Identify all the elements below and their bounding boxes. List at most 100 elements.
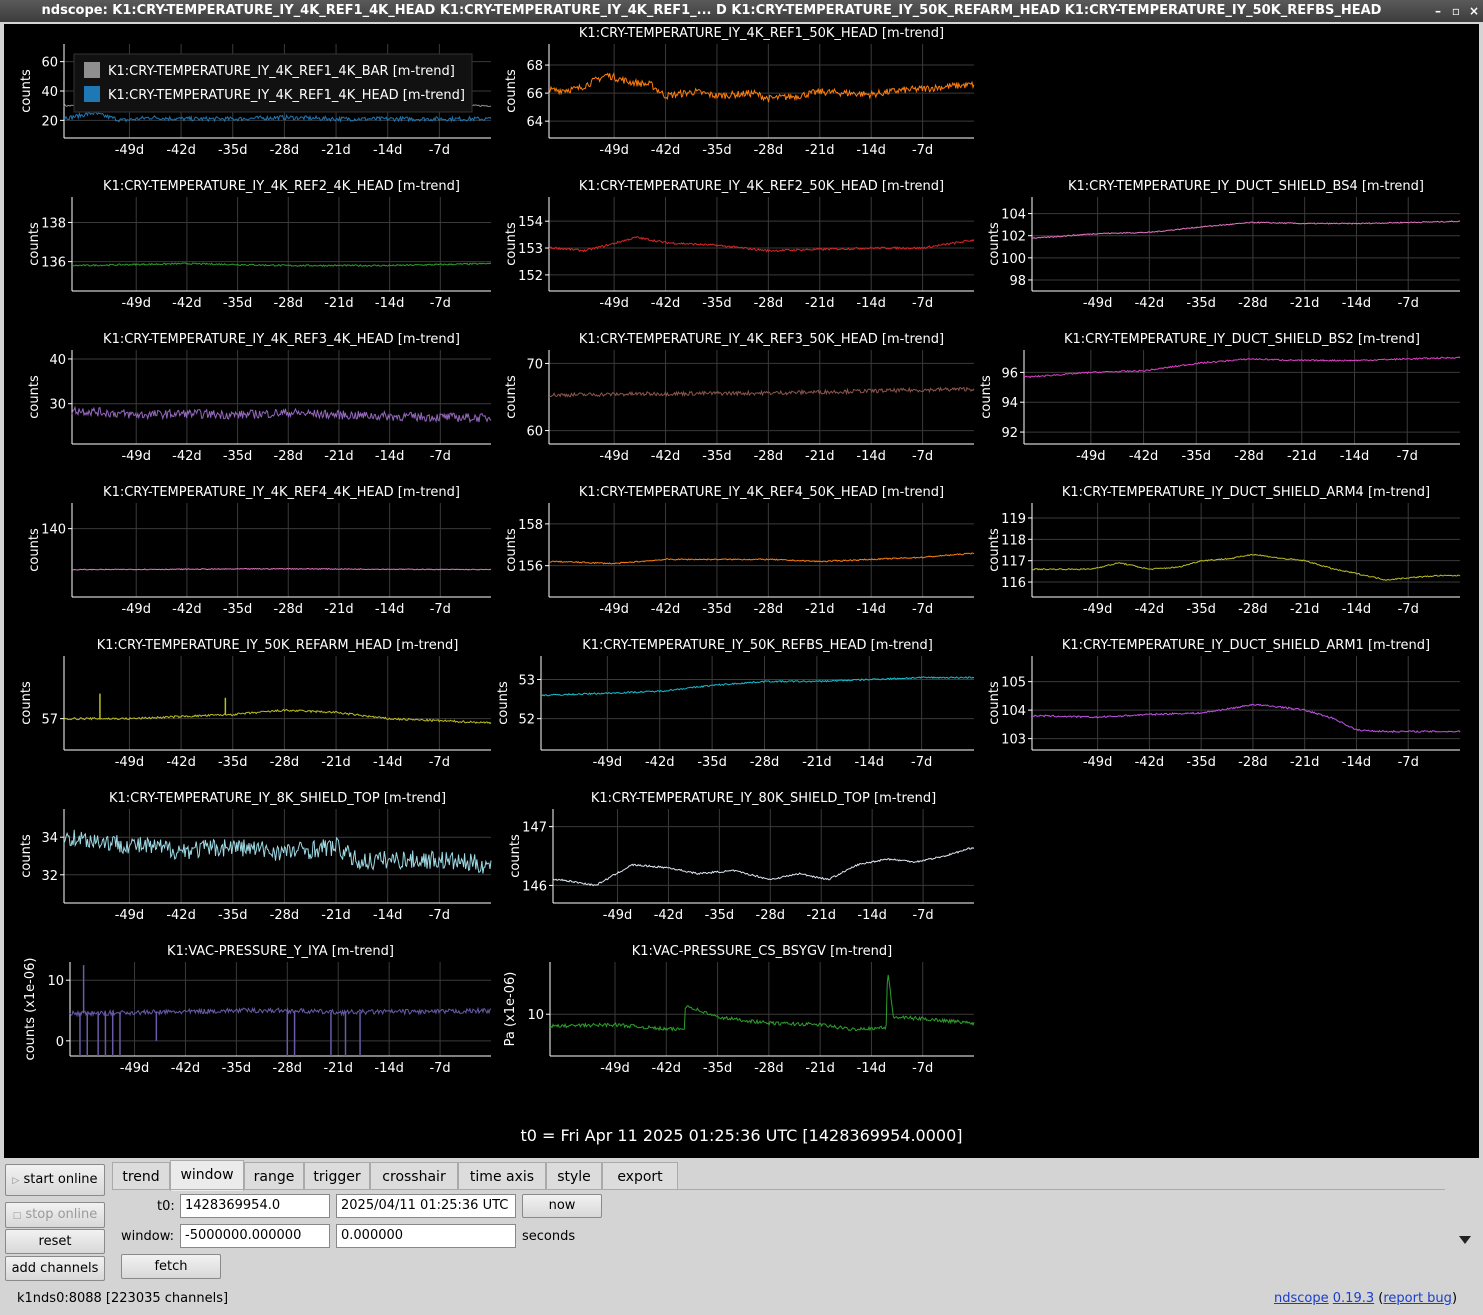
t0-utc-input[interactable]: 2025/04/11 01:25:36 UTC: [336, 1194, 516, 1218]
series-line: [552, 847, 975, 887]
t0-gps-input[interactable]: 1428369954.0: [180, 1194, 330, 1218]
legend-box: [73, 53, 473, 113]
maximize-icon[interactable]: ▫: [1448, 0, 1464, 22]
x-tick-label: -42d: [172, 602, 202, 617]
tab-window[interactable]: window: [170, 1160, 244, 1191]
y-tick-label: 0: [56, 1035, 64, 1050]
x-tick-label: -7d: [912, 602, 933, 617]
x-tick-label: -42d: [1135, 296, 1165, 311]
tab-trigger[interactable]: trigger: [304, 1162, 370, 1190]
y-tick-label: 53: [518, 674, 535, 689]
y-tick-label: 30: [49, 398, 66, 413]
y-tick-label: 119: [1001, 512, 1026, 527]
tab-range[interactable]: range: [244, 1162, 304, 1190]
plot-panel-10: K1:CRY-TEMPERATURE_IY_DUCT_SHIELD_ARM4 […: [987, 485, 1461, 617]
plot-panel-5: K1:CRY-TEMPERATURE_IY_4K_REF3_4K_HEAD [m…: [27, 332, 492, 464]
now-button[interactable]: now: [522, 1194, 602, 1218]
y-tick-label: 10: [527, 1008, 544, 1023]
series-line: [71, 567, 492, 571]
series-line: [63, 829, 492, 874]
tab-trend[interactable]: trend: [112, 1162, 170, 1190]
tab-time-axis[interactable]: time axis: [458, 1162, 546, 1190]
x-tick-label: -42d: [166, 908, 196, 923]
tab-style[interactable]: style: [546, 1162, 602, 1190]
x-tick-label: -21d: [1290, 755, 1320, 770]
reset-button[interactable]: reset: [5, 1229, 105, 1254]
x-tick-label: -49d: [603, 908, 633, 923]
window-field-label: window:: [121, 1229, 174, 1244]
x-tick-label: -14d: [854, 755, 884, 770]
y-tick-label: 70: [526, 357, 543, 372]
minimize-icon[interactable]: –: [1430, 0, 1446, 22]
plot-area[interactable]: -49d -42d -35d -28d -21d -14d -7d 60 40 20 counts K…: [4, 24, 1479, 1158]
y-axis-label: counts: [979, 375, 994, 419]
y-axis-label: counts: [987, 222, 1002, 266]
y-tick-label: 100: [1001, 252, 1026, 267]
x-tick-label: -42d: [652, 1061, 682, 1076]
y-tick-label: 92: [1001, 426, 1018, 441]
y-tick-label: 57: [41, 713, 58, 728]
plot-title: K1:CRY-TEMPERATURE_IY_DUCT_SHIELD_ARM4 […: [1062, 485, 1430, 500]
series-line: [71, 405, 492, 424]
window-start-input[interactable]: -5000000.000000: [180, 1224, 330, 1248]
x-tick-label: -49d: [121, 449, 151, 464]
x-tick-label: -28d: [270, 908, 300, 923]
ndscope-link[interactable]: ndscope: [1274, 1291, 1329, 1306]
report-bug-link[interactable]: report bug: [1383, 1291, 1452, 1306]
tab-crosshair[interactable]: crosshair: [370, 1162, 458, 1190]
close-icon[interactable]: ×: [1466, 0, 1482, 22]
series-line: [548, 552, 975, 565]
y-tick-label: 32: [41, 869, 58, 884]
x-tick-label: -28d: [1238, 602, 1268, 617]
y-tick-label: 153: [518, 242, 543, 257]
y-tick-label: 64: [526, 115, 543, 130]
x-tick-label: -14d: [1342, 602, 1372, 617]
y-tick-label: 60: [41, 56, 58, 71]
plot-panel-13: K1:CRY-TEMPERATURE_IY_DUCT_SHIELD_ARM1 […: [987, 638, 1461, 770]
plot-panel-4: K1:CRY-TEMPERATURE_IY_DUCT_SHIELD_BS4 [m…: [987, 179, 1461, 311]
add-channels-button[interactable]: add channels: [5, 1256, 105, 1281]
x-tick-label: -35d: [218, 908, 248, 923]
y-axis-label: counts: [496, 681, 511, 725]
y-tick-label: 68: [526, 59, 543, 74]
y-tick-label: 105: [1001, 676, 1026, 691]
y-tick-label: 104: [1001, 704, 1026, 719]
x-tick-label: -14d: [375, 602, 405, 617]
plot-panel-2: K1:CRY-TEMPERATURE_IY_4K_REF2_4K_HEAD [m…: [27, 179, 492, 311]
plot-title: K1:CRY-TEMPERATURE_IY_50K_REFARM_HEAD [m…: [97, 638, 459, 653]
x-tick-label: -28d: [750, 755, 780, 770]
x-tick-label: -49d: [599, 296, 629, 311]
plot-title: K1:CRY-TEMPERATURE_IY_DUCT_SHIELD_ARM1 […: [1062, 638, 1430, 653]
x-tick-label: -35d: [1186, 755, 1216, 770]
y-axis-label: counts: [987, 681, 1002, 725]
x-tick-label: -42d: [172, 449, 202, 464]
x-tick-label: -28d: [274, 602, 304, 617]
x-tick-label: -49d: [120, 1061, 150, 1076]
stop-online-button[interactable]: □ stop online: [5, 1202, 105, 1228]
legend-swatch: [84, 86, 100, 102]
version-link[interactable]: 0.19.3: [1333, 1291, 1374, 1306]
x-tick-label: -14d: [373, 908, 403, 923]
x-tick-label: -21d: [805, 143, 835, 158]
plots-svg[interactable]: -49d -42d -35d -28d -21d -14d -7d 60 40 20 counts K…: [4, 24, 1479, 1158]
y-axis-label: counts: [27, 528, 42, 572]
y-axis-label: counts (x1e-06): [23, 958, 38, 1061]
plot-panel-3: K1:CRY-TEMPERATURE_IY_4K_REF2_50K_HEAD […: [504, 179, 975, 311]
status-bar: k1nds0:8088 [223035 channels] ndscope 0.…: [0, 1288, 1483, 1310]
app-version-info: ndscope 0.19.3 (report bug): [1274, 1291, 1458, 1306]
tab-export[interactable]: export: [602, 1162, 678, 1190]
x-tick-label: -14d: [1342, 296, 1372, 311]
plot-title: K1:CRY-TEMPERATURE_IY_4K_REF2_4K_HEAD [m…: [103, 179, 460, 194]
fetch-button[interactable]: fetch: [121, 1254, 221, 1279]
y-axis-label: counts: [27, 375, 42, 419]
plot-title: K1:VAC-PRESSURE_Y_IYA [m-trend]: [167, 944, 394, 959]
x-tick-label: -35d: [1182, 449, 1212, 464]
start-online-button[interactable]: ▷ start online: [5, 1164, 105, 1196]
x-tick-label: -35d: [702, 602, 732, 617]
x-tick-label: -35d: [1186, 602, 1216, 617]
chevron-down-icon[interactable]: [1458, 1235, 1472, 1245]
x-tick-label: -28d: [754, 1061, 784, 1076]
window-end-input[interactable]: 0.000000: [336, 1224, 516, 1248]
y-tick-label: 156: [518, 560, 543, 575]
x-tick-label: -14d: [1340, 449, 1370, 464]
